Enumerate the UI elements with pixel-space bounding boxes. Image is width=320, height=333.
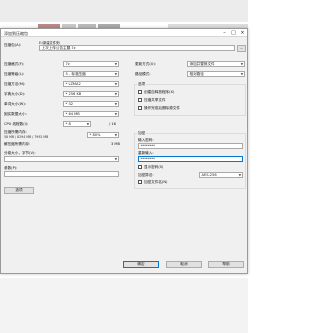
word-label: 单词大小(W): xyxy=(4,102,26,106)
method-select[interactable]: * LZMA2 ▼ xyxy=(63,81,119,87)
ok-button[interactable]: 确定 xyxy=(123,261,159,268)
mem-percent-value: * 80% xyxy=(89,133,101,137)
reenter-password-input[interactable]: ******** xyxy=(138,156,243,162)
add-to-archive-dialog: 添加到压缩包 – □ × 压缩包(A): E:\新建文件夹\ 上次上传公告主题.… xyxy=(0,28,248,274)
background-window-bottom xyxy=(0,278,248,333)
options-button[interactable]: 选项 xyxy=(4,187,34,194)
background-window xyxy=(0,0,248,22)
sfx-checkbox[interactable] xyxy=(138,90,142,94)
decomp-label: 解压缩所需内存: xyxy=(4,142,31,146)
dict-select[interactable]: * 256 KB ▼ xyxy=(63,91,119,97)
format-select[interactable]: 7z ▼ xyxy=(63,61,119,67)
archive-label: 压缩包(A): xyxy=(4,43,22,47)
show-password-checkbox[interactable] xyxy=(138,165,142,169)
shared-files-checkbox[interactable] xyxy=(138,98,142,102)
delete-after-checkbox[interactable] xyxy=(138,106,142,110)
encryption-group-title: 加密 xyxy=(137,131,147,136)
cpu-value: * 8 xyxy=(65,122,71,126)
chevron-down-icon: ▼ xyxy=(240,72,243,76)
close-icon[interactable]: × xyxy=(238,29,247,37)
chevron-down-icon: ▼ xyxy=(238,173,241,177)
cpu-select[interactable]: * 8 ▼ xyxy=(63,121,91,127)
dialog-titlebar: 添加到压缩包 – □ × xyxy=(1,29,247,37)
format-value: 7z xyxy=(65,62,70,66)
chevron-down-icon: ▼ xyxy=(114,82,117,86)
encrypt-names-label: 加密文件名(N) xyxy=(144,180,168,184)
chevron-down-icon: ▼ xyxy=(240,62,243,66)
update-select[interactable]: 添加并替换文件 ▼ xyxy=(187,61,245,67)
archive-path-input[interactable]: 上次上传公告主题.7z xyxy=(39,45,235,51)
password-input[interactable]: ******** xyxy=(138,143,243,149)
cancel-button[interactable]: 取消 xyxy=(166,261,202,268)
chevron-down-icon: ▼ xyxy=(114,112,117,116)
minimize-icon[interactable]: – xyxy=(220,29,229,37)
params-input[interactable] xyxy=(4,171,119,177)
chevron-down-icon: ▼ xyxy=(114,133,117,137)
cpu-total: / 16 xyxy=(109,122,116,126)
enc-method-label: 加密算法: xyxy=(138,173,154,177)
mem-percent-select[interactable]: * 80% ▼ xyxy=(87,132,119,138)
level-label: 压缩等级(L): xyxy=(4,72,25,76)
solid-select[interactable]: * 64 MB ▼ xyxy=(63,111,119,117)
enc-method-select[interactable]: AES-256 ▼ xyxy=(199,172,243,178)
update-label: 更新方式(U): xyxy=(135,62,157,66)
chevron-down-icon: ▼ xyxy=(114,72,117,76)
level-select[interactable]: 5 - 标准压缩 ▼ xyxy=(63,71,119,77)
format-label: 压缩格式(F): xyxy=(4,62,25,66)
help-button[interactable]: 帮助 xyxy=(208,261,244,268)
dict-value: * 256 KB xyxy=(65,92,82,96)
show-password-label: 显示密码(S) xyxy=(144,165,164,169)
level-value: 5 - 标准压缩 xyxy=(65,72,86,76)
decomp-value: 3 MB xyxy=(111,142,120,146)
enc-method-value: AES-256 xyxy=(201,173,217,177)
chevron-down-icon: ▼ xyxy=(86,122,89,126)
split-size-select[interactable]: ▼ xyxy=(4,156,119,162)
maximize-icon[interactable]: □ xyxy=(229,29,238,37)
delete-after-label: 操作完成后删除源文件 xyxy=(144,106,180,110)
method-label: 压缩方法(M): xyxy=(4,82,26,86)
word-value: * 32 xyxy=(65,102,74,106)
word-select[interactable]: * 32 ▼ xyxy=(63,101,119,107)
dialog-title: 添加到压缩包 xyxy=(4,30,28,36)
solid-value: * 64 MB xyxy=(65,112,80,116)
shared-files-label: 压缩共享文件 xyxy=(144,98,166,102)
encrypt-names-checkbox[interactable] xyxy=(138,180,142,184)
path-mode-label: 路径模式: xyxy=(135,72,151,76)
browse-button[interactable]: ... xyxy=(237,44,246,52)
chevron-down-icon: ▼ xyxy=(114,157,117,161)
update-value: 添加并替换文件 xyxy=(189,62,215,66)
options-group-title: 选项 xyxy=(137,82,147,87)
path-mode-select[interactable]: 相对路径 ▼ xyxy=(187,71,245,77)
path-mode-value: 相对路径 xyxy=(189,72,204,76)
mem-usage: 58 MB / 8294 MB / 7992 MB xyxy=(4,135,49,139)
chevron-down-icon: ▼ xyxy=(114,62,117,66)
sfx-label: 创建自释放程序(X) xyxy=(144,90,175,94)
chevron-down-icon: ▼ xyxy=(114,102,117,106)
method-value: * LZMA2 xyxy=(65,82,81,86)
dict-label: 字典大小(D): xyxy=(4,92,26,96)
cpu-label: CPU 线程数(I): xyxy=(4,122,29,126)
chevron-down-icon: ▼ xyxy=(114,92,117,96)
solid-label: 固实数据大小: xyxy=(4,112,27,116)
